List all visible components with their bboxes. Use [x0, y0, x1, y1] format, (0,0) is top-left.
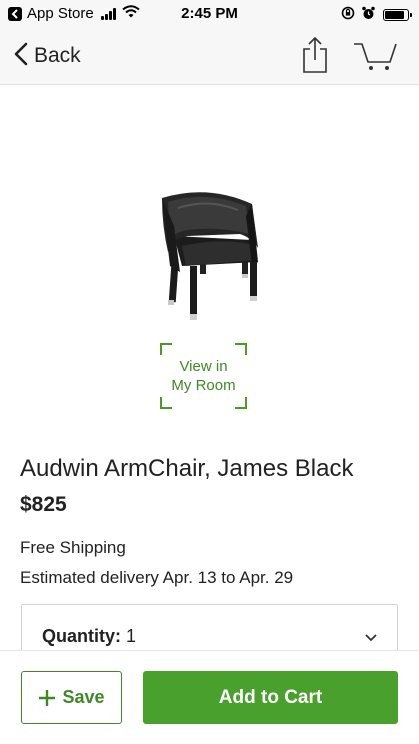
product-image[interactable]	[148, 186, 272, 324]
view-in-room-button[interactable]: View in My Room	[160, 343, 247, 409]
frame-corner	[160, 343, 172, 355]
battery-icon	[383, 9, 412, 21]
bottom-action-bar: Save Add to Cart	[0, 650, 419, 744]
share-icon	[300, 36, 330, 78]
status-right	[341, 6, 412, 24]
back-button[interactable]: Back	[14, 40, 81, 72]
back-label: Back	[34, 44, 81, 67]
share-button[interactable]	[300, 36, 330, 74]
product-price: $825	[20, 493, 67, 516]
shipping-info: Free Shipping	[20, 538, 126, 557]
chevron-down-icon	[365, 629, 377, 647]
add-to-cart-label: Add to Cart	[218, 686, 323, 708]
quantity-text: Quantity: 1	[42, 626, 136, 647]
save-label: Save	[62, 687, 105, 707]
view-in-room-label: View in My Room	[171, 358, 236, 394]
product-title: Audwin ArmChair, James Black	[20, 455, 354, 482]
quantity-value: 1	[126, 626, 137, 646]
plus-icon	[38, 689, 56, 707]
frame-corner	[235, 397, 247, 409]
product-detail-screen: App Store 2:45 PM Back View in My Room A…	[0, 0, 419, 744]
frame-corner	[235, 343, 247, 355]
chevron-left-icon	[14, 42, 28, 71]
frame-corner	[160, 397, 172, 409]
add-to-cart-button[interactable]: Add to Cart	[143, 671, 398, 724]
save-button[interactable]: Save	[21, 671, 122, 724]
status-bar: App Store 2:45 PM	[0, 0, 419, 28]
cart-icon	[352, 43, 398, 76]
cart-button[interactable]	[352, 40, 398, 72]
orientation-lock-icon	[341, 6, 355, 24]
quantity-label: Quantity:	[42, 626, 121, 646]
delivery-estimate: Estimated delivery Apr. 13 to Apr. 29	[20, 568, 294, 587]
alarm-icon	[362, 6, 375, 24]
navigation-bar: Back	[0, 28, 419, 85]
